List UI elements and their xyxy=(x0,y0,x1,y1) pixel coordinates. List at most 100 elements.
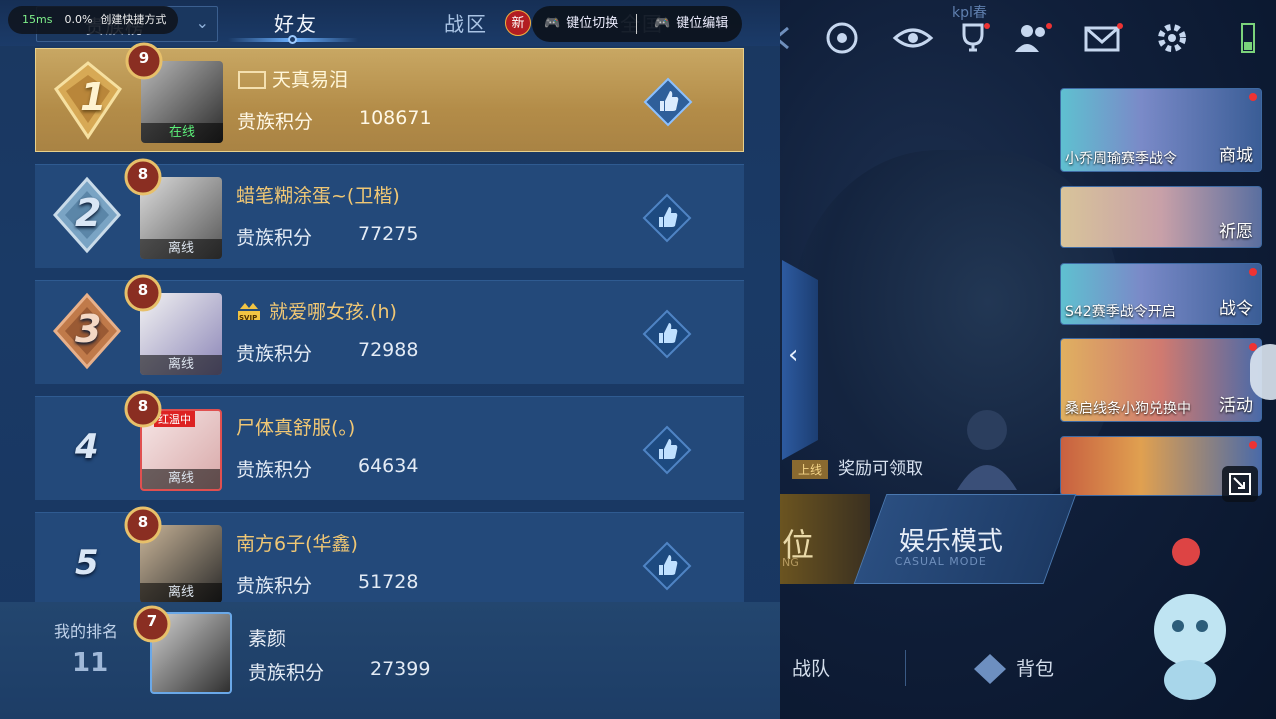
player-name: 就爱哪女孩.(h) xyxy=(269,301,397,323)
status-label: 离线 xyxy=(140,355,222,375)
hero-portrait xyxy=(957,410,1017,490)
usage: 0.0% xyxy=(64,13,93,26)
kpl-label: kpl春 xyxy=(952,5,987,21)
tab-zone[interactable]: 战区 xyxy=(444,8,488,37)
thumbs-up-icon[interactable] xyxy=(642,193,692,243)
nav-team[interactable]: 战队 xyxy=(792,654,830,681)
reward-text: 奖励可领取 xyxy=(838,459,924,479)
my-name: 素颜 xyxy=(248,628,287,650)
pet-mascot[interactable] xyxy=(1140,530,1240,710)
casual-mode-title: 娱乐模式 xyxy=(898,527,1003,557)
points-value: 51728 xyxy=(358,571,419,593)
target-icon[interactable] xyxy=(824,20,860,56)
notification-dot xyxy=(1249,268,1257,276)
noble-level-badge xyxy=(124,390,162,428)
points-value: 108671 xyxy=(359,107,432,129)
keymap-switch-button[interactable]: 🎮 键位切换 xyxy=(544,6,618,42)
title-frame-icon xyxy=(238,71,266,89)
card-label: 战令 xyxy=(1219,299,1253,319)
friends-icon[interactable] xyxy=(1013,20,1053,56)
reward-tag: 上线 xyxy=(792,460,829,479)
status-label: 离线 xyxy=(140,583,222,603)
settings-icon[interactable] xyxy=(1154,20,1190,56)
keymap-toolbar: 🎮 键位切换 🎮 键位编辑 xyxy=(532,6,742,42)
player-name: 南方6子(华鑫) xyxy=(236,533,358,555)
rank-number: 1 xyxy=(80,75,107,119)
floating-ball[interactable] xyxy=(1250,344,1276,400)
card-event[interactable]: 桑启线条小狗兑换中 活动 xyxy=(1060,338,1262,422)
card-title: 小乔周瑜赛季战令 xyxy=(1065,151,1177,167)
rank-number: 5 xyxy=(75,543,99,583)
my-rank-number: 11 xyxy=(72,648,109,678)
my-points-value: 27399 xyxy=(370,658,431,680)
points-value: 64634 xyxy=(358,455,419,477)
status-label: 在线 xyxy=(141,123,223,143)
rank-number: 2 xyxy=(75,191,102,235)
noble-level-badge xyxy=(125,42,163,80)
gamepad-icon: 🎮 xyxy=(654,16,671,31)
thumbs-up-icon[interactable] xyxy=(642,425,692,475)
noble-level-badge xyxy=(124,158,162,196)
battery-icon xyxy=(1241,23,1255,53)
card-title: S42赛季战令开启 xyxy=(1065,304,1176,320)
casual-mode-button[interactable]: 娱乐模式 CASUAL MODE xyxy=(853,494,1077,584)
thumbs-up-icon[interactable] xyxy=(642,309,692,359)
tab-friends[interactable]: 好友 xyxy=(274,8,318,37)
status-label: 离线 xyxy=(140,239,222,259)
noble-level-badge xyxy=(124,506,162,544)
svip-label: SVIP xyxy=(239,314,258,322)
collapse-panel-button[interactable]: ‹ xyxy=(782,260,818,460)
notification-dot xyxy=(1249,93,1257,101)
leaderboard-row[interactable]: 3 离线 8 SVIP 就爱哪女孩.(h) 贵族积分 72988 xyxy=(35,274,744,384)
thumbs-up-icon[interactable] xyxy=(643,77,693,127)
points-label: 贵族积分 xyxy=(236,459,313,481)
mail-icon[interactable] xyxy=(1083,20,1123,56)
shortcut-label: 创建快捷方式 xyxy=(100,13,167,26)
player-name: 蜡笔糊涂蛋~(卫楷) xyxy=(236,185,400,207)
card-title: 桑启线条小狗兑换中 xyxy=(1065,401,1191,417)
card-wish[interactable]: 祈愿 xyxy=(1060,186,1262,248)
rank-number: 4 xyxy=(75,427,99,467)
points-label: 贵族积分 xyxy=(236,575,313,597)
points-value: 72988 xyxy=(358,339,419,361)
separator xyxy=(636,14,637,34)
backpack-icon[interactable] xyxy=(972,652,1008,686)
chevron-down-icon: ⌄ xyxy=(195,13,209,32)
leaderboard-row[interactable]: 2 离线 8 蜡笔糊涂蛋~(卫楷) 贵族积分 77275 xyxy=(35,158,744,268)
card-shop[interactable]: 小乔周瑜赛季战令 商城 xyxy=(1060,88,1262,172)
game-screen: kpl春 小乔周瑜赛季战令 商城 祈愿 S42赛季战令开启 战令 桑启线条小狗兑… xyxy=(0,0,1276,719)
trophy-icon[interactable] xyxy=(955,20,991,56)
points-label: 贵族积分 xyxy=(236,343,313,365)
player-name: 天真易泪 xyxy=(272,69,349,91)
perf-overlay[interactable]: 15ms 0.0% 创建快捷方式 xyxy=(8,6,178,34)
ranked-mode-sub: NG xyxy=(782,556,799,569)
thumbs-up-icon[interactable] xyxy=(642,541,692,591)
ranked-mode-button[interactable]: 位 NG xyxy=(780,494,870,584)
nav-backpack[interactable]: 背包 xyxy=(1016,654,1054,681)
card-label: 祈愿 xyxy=(1219,222,1253,242)
points-value: 77275 xyxy=(358,223,419,245)
noble-level-badge xyxy=(124,274,162,312)
keymap-edit-button[interactable]: 🎮 键位编辑 xyxy=(654,6,728,42)
keymap-switch-label: 键位切换 xyxy=(566,16,619,31)
my-points-label: 贵族积分 xyxy=(248,662,325,684)
new-badge: 新 xyxy=(505,10,531,36)
leaderboard-row[interactable]: 5 离线 8 南方6子(华鑫) 贵族积分 51728 xyxy=(35,506,744,603)
notification-dot xyxy=(1249,441,1257,449)
casual-mode-sub: CASUAL MODE xyxy=(894,555,987,568)
leaderboard-row[interactable]: 1 在线 9 天真易泪 贵族积分 108671 xyxy=(35,42,744,152)
card-label: 商城 xyxy=(1219,146,1253,166)
card-label: 活动 xyxy=(1219,396,1253,416)
rank-number: 3 xyxy=(75,307,102,351)
leaderboard-panel: 贵族榜 ⌄ 好友 战区 新 全国 1 在线 9 天真易泪 贵族积分 108671 xyxy=(0,0,780,719)
expand-icon[interactable] xyxy=(1222,466,1258,502)
eye-icon[interactable] xyxy=(892,20,934,56)
latency: 15ms xyxy=(22,13,53,26)
leaderboard-row[interactable]: 4 红温中 离线 8 尸体真舒服(。) 贵族积分 64634 xyxy=(35,390,744,500)
nav-divider xyxy=(905,650,906,686)
my-rank-label: 我的排名 xyxy=(54,622,119,641)
noble-level-badge xyxy=(133,605,171,643)
chevron-left-icon: ‹ xyxy=(788,340,799,370)
points-label: 贵族积分 xyxy=(236,227,313,249)
card-pass[interactable]: S42赛季战令开启 战令 xyxy=(1060,263,1262,325)
